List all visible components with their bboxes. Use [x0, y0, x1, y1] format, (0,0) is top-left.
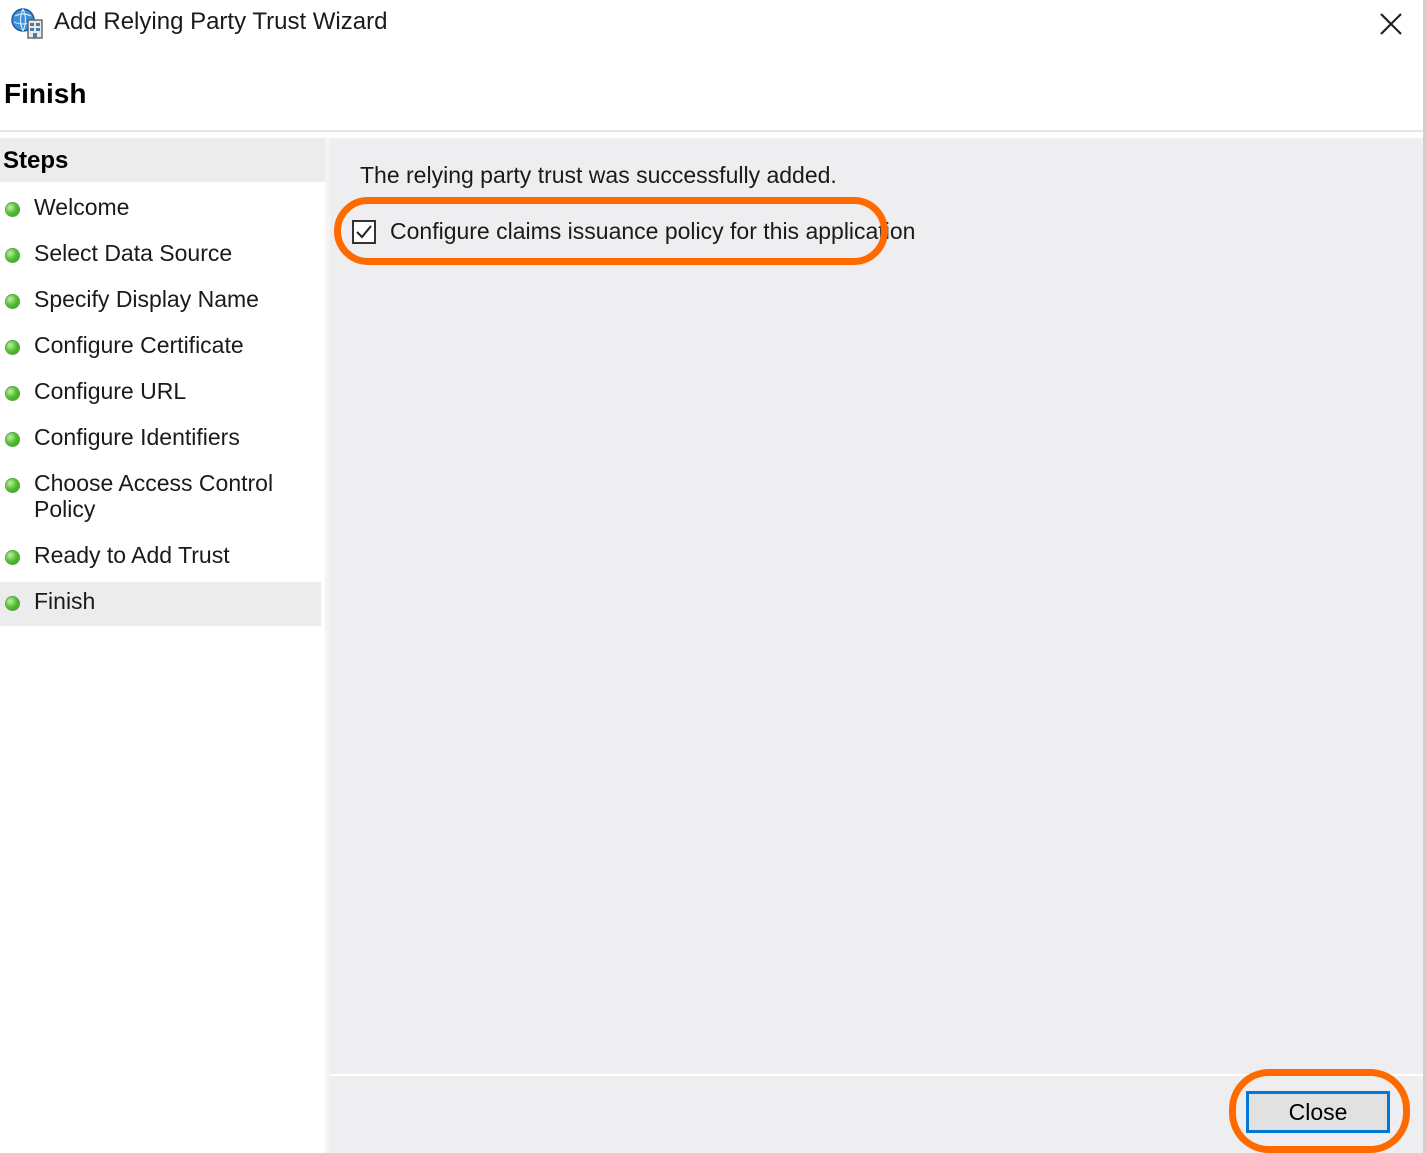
step-complete-icon [5, 248, 20, 263]
step-configure-certificate: Configure Certificate [0, 332, 321, 362]
close-icon[interactable] [1373, 6, 1409, 42]
page-title: Finish [4, 78, 87, 109]
step-label: Configure Certificate [34, 332, 244, 358]
step-label: Specify Display Name [34, 286, 259, 312]
step-complete-icon [5, 596, 20, 611]
close-button[interactable]: Close [1246, 1091, 1390, 1133]
step-complete-icon [5, 340, 20, 355]
step-label: Finish [34, 588, 96, 614]
content-pane: The relying party trust was successfully… [330, 138, 1423, 1074]
steps-heading: Steps [3, 147, 69, 174]
step-ready-to-add-trust: Ready to Add Trust [0, 542, 321, 572]
configure-claims-checkbox[interactable] [352, 220, 376, 244]
step-label: Choose Access Control Policy [34, 470, 274, 522]
step-label: Ready to Add Trust [34, 542, 230, 568]
step-specify-display-name: Specify Display Name [0, 286, 321, 316]
step-label: Select Data Source [34, 240, 233, 266]
step-configure-url: Configure URL [0, 378, 321, 408]
step-choose-access-control-policy: Choose Access Control Policy [0, 470, 321, 526]
checkmark-icon [356, 225, 372, 239]
title-bar: Add Relying Party Trust Wizard [0, 0, 1423, 48]
relying-party-trust-icon [11, 8, 43, 39]
header-divider [0, 130, 1423, 132]
step-welcome: Welcome [0, 194, 321, 224]
step-complete-icon [5, 432, 20, 447]
step-finish: Finish [0, 582, 321, 626]
steps-pane: Steps Welcome Select Data Source Specify… [0, 138, 325, 1153]
configure-claims-label[interactable]: Configure claims issuance policy for thi… [390, 218, 915, 245]
window-title: Add Relying Party Trust Wizard [54, 8, 388, 35]
step-label: Configure URL [34, 378, 187, 404]
step-configure-identifiers: Configure Identifiers [0, 424, 321, 454]
step-label: Welcome [34, 194, 130, 220]
step-complete-icon [5, 202, 20, 217]
step-complete-icon [5, 386, 20, 401]
steps-header: Steps [0, 138, 325, 182]
step-label: Configure Identifiers [34, 424, 240, 450]
wizard-window: Add Relying Party Trust Wizard Finish St… [0, 0, 1426, 1153]
step-complete-icon [5, 550, 20, 565]
step-complete-icon [5, 478, 20, 493]
step-select-data-source: Select Data Source [0, 240, 321, 270]
status-message: The relying party trust was successfully… [360, 162, 837, 188]
step-complete-icon [5, 294, 20, 309]
